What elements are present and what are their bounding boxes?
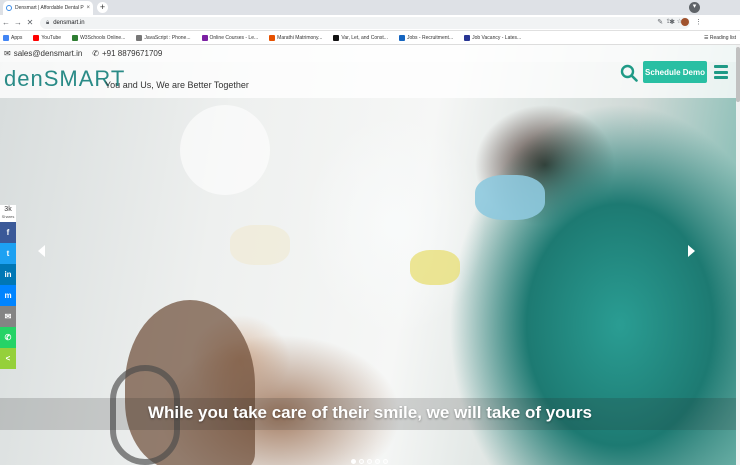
loading-spinner-icon	[6, 5, 12, 11]
contact-strip: ✉ sales@densmart.in ✆ +91 8879671709	[0, 45, 740, 62]
medium-icon	[333, 34, 340, 41]
courses-icon	[201, 34, 208, 41]
bookmark-label: Online Courses - Le...	[209, 34, 259, 41]
jobs-icon	[398, 34, 405, 41]
apps-grid-icon	[3, 34, 9, 41]
browser-tab-bar: Densmart | Affordable Dental Pr... × + ▾	[0, 0, 740, 15]
bookmark-item[interactable]: Var, Let, and Const...	[333, 34, 388, 41]
bookmark-item[interactable]: Apps	[3, 34, 23, 41]
page-scrollbar[interactable]	[736, 45, 740, 465]
slider-dot[interactable]	[383, 459, 388, 464]
bookmark-label: Marathi Matrimony...	[277, 34, 323, 41]
phone-contact[interactable]: ✆ +91 8879671709	[92, 49, 162, 58]
share-counter: 3k Shares	[0, 205, 16, 222]
matrimony-icon	[269, 34, 276, 41]
social-share-bar: 3k Shares f t in m ✉ ✆ <	[0, 205, 16, 369]
slider-prev-icon[interactable]	[38, 245, 45, 257]
puzzle-icon[interactable]: ✱	[669, 18, 675, 26]
vacancy-icon	[464, 34, 471, 41]
bookmark-label: YouTube	[41, 34, 62, 41]
bookmark-item[interactable]: Marathi Matrimony...	[269, 34, 323, 41]
messenger-share-icon[interactable]: m	[0, 285, 16, 306]
schedule-demo-button[interactable]: Schedule Demo	[643, 61, 707, 83]
share-label: Shares	[1, 214, 15, 219]
bookmark-item[interactable]: Jobs - Recruitment...	[398, 34, 454, 41]
dentist-mask	[475, 175, 545, 220]
bookmark-label: Job Vacancy - Lates...	[472, 34, 522, 41]
reading-list-button[interactable]: ☰ Reading list	[704, 35, 736, 41]
slide-caption: While you take care of their smile, we w…	[147, 403, 593, 422]
linkedin-share-icon[interactable]: in	[0, 264, 16, 285]
tab-title: Densmart | Affordable Dental Pr...	[15, 5, 85, 11]
bookmark-label: W3Schools Online...	[80, 34, 126, 41]
tab-close-icon[interactable]: ×	[86, 5, 90, 11]
email-share-icon[interactable]: ✉	[0, 306, 16, 327]
whatsapp-share-icon[interactable]: ✆	[0, 327, 16, 348]
dental-lamp	[180, 105, 270, 195]
reading-list-label: Reading list	[709, 35, 736, 41]
email-text: sales@densmart.in	[13, 49, 83, 58]
envelope-icon: ✉	[4, 49, 11, 58]
bookmarks-bar: Apps YouTube W3Schools Online... JavaScript…	[0, 31, 740, 45]
site-tagline: You and Us, We are Better Together	[105, 80, 249, 90]
facebook-share-icon[interactable]: f	[0, 222, 16, 243]
hamburger-menu-icon[interactable]	[714, 65, 728, 79]
sharethis-share-icon[interactable]: <	[0, 348, 16, 369]
phone-text: +91 8879671709	[102, 49, 163, 58]
bookmark-item[interactable]: Online Courses - Le...	[201, 34, 259, 41]
lock-icon: 🔒︎	[46, 19, 50, 26]
twitter-share-icon[interactable]: t	[0, 243, 16, 264]
slider-dot[interactable]	[367, 459, 372, 464]
bookmark-label: Var, Let, and Const...	[341, 34, 388, 41]
browser-tab[interactable]: Densmart | Affordable Dental Pr... ×	[3, 1, 93, 15]
search-icon[interactable]	[620, 64, 638, 82]
bookmark-item[interactable]: JavaScript : Phone...	[136, 34, 191, 41]
youtube-icon	[33, 34, 40, 41]
back-icon[interactable]: ←	[0, 18, 12, 27]
slider-next-icon[interactable]	[688, 245, 695, 257]
email-contact[interactable]: ✉ sales@densmart.in	[4, 49, 82, 58]
extensions-area: ✎ ✱ ⋮	[657, 18, 702, 26]
bookmark-label: Jobs - Recruitment...	[406, 34, 454, 41]
kebab-menu-icon[interactable]: ⋮	[695, 18, 702, 26]
bookmark-item[interactable]: Job Vacancy - Lates...	[464, 34, 522, 41]
slider-dot[interactable]	[351, 459, 356, 464]
extension-icon[interactable]: ✎	[657, 18, 663, 26]
w3schools-icon	[72, 34, 79, 41]
profile-menu-icon[interactable]: ▾	[689, 2, 700, 13]
slider-dot[interactable]	[359, 459, 364, 464]
stop-icon[interactable]: ✕	[24, 18, 36, 27]
slider-dot[interactable]	[375, 459, 380, 464]
url-text: densmart.in	[53, 20, 85, 26]
url-field[interactable]: 🔒︎ densmart.in ⇪ ☆	[40, 17, 690, 29]
bookmark-item[interactable]: W3Schools Online...	[72, 34, 126, 41]
assistant-hand	[230, 225, 290, 265]
scrollbar-thumb[interactable]	[736, 47, 740, 102]
share-count: 3k	[4, 206, 12, 213]
new-tab-button[interactable]: +	[97, 2, 108, 13]
bookmark-label: JavaScript : Phone...	[144, 34, 191, 41]
slider-dots	[351, 459, 388, 464]
avatar[interactable]	[681, 18, 689, 26]
code-icon	[136, 34, 143, 41]
site-header: denSMART You and Us, We are Better Toget…	[0, 61, 740, 98]
phone-icon: ✆	[92, 49, 99, 58]
bookmark-item[interactable]: YouTube	[33, 34, 62, 41]
forward-icon[interactable]: →	[12, 18, 24, 27]
bookmark-label: Apps	[11, 34, 23, 41]
glove	[410, 250, 460, 285]
address-bar: ← → ✕ 🔒︎ densmart.in ⇪ ☆	[0, 15, 740, 31]
